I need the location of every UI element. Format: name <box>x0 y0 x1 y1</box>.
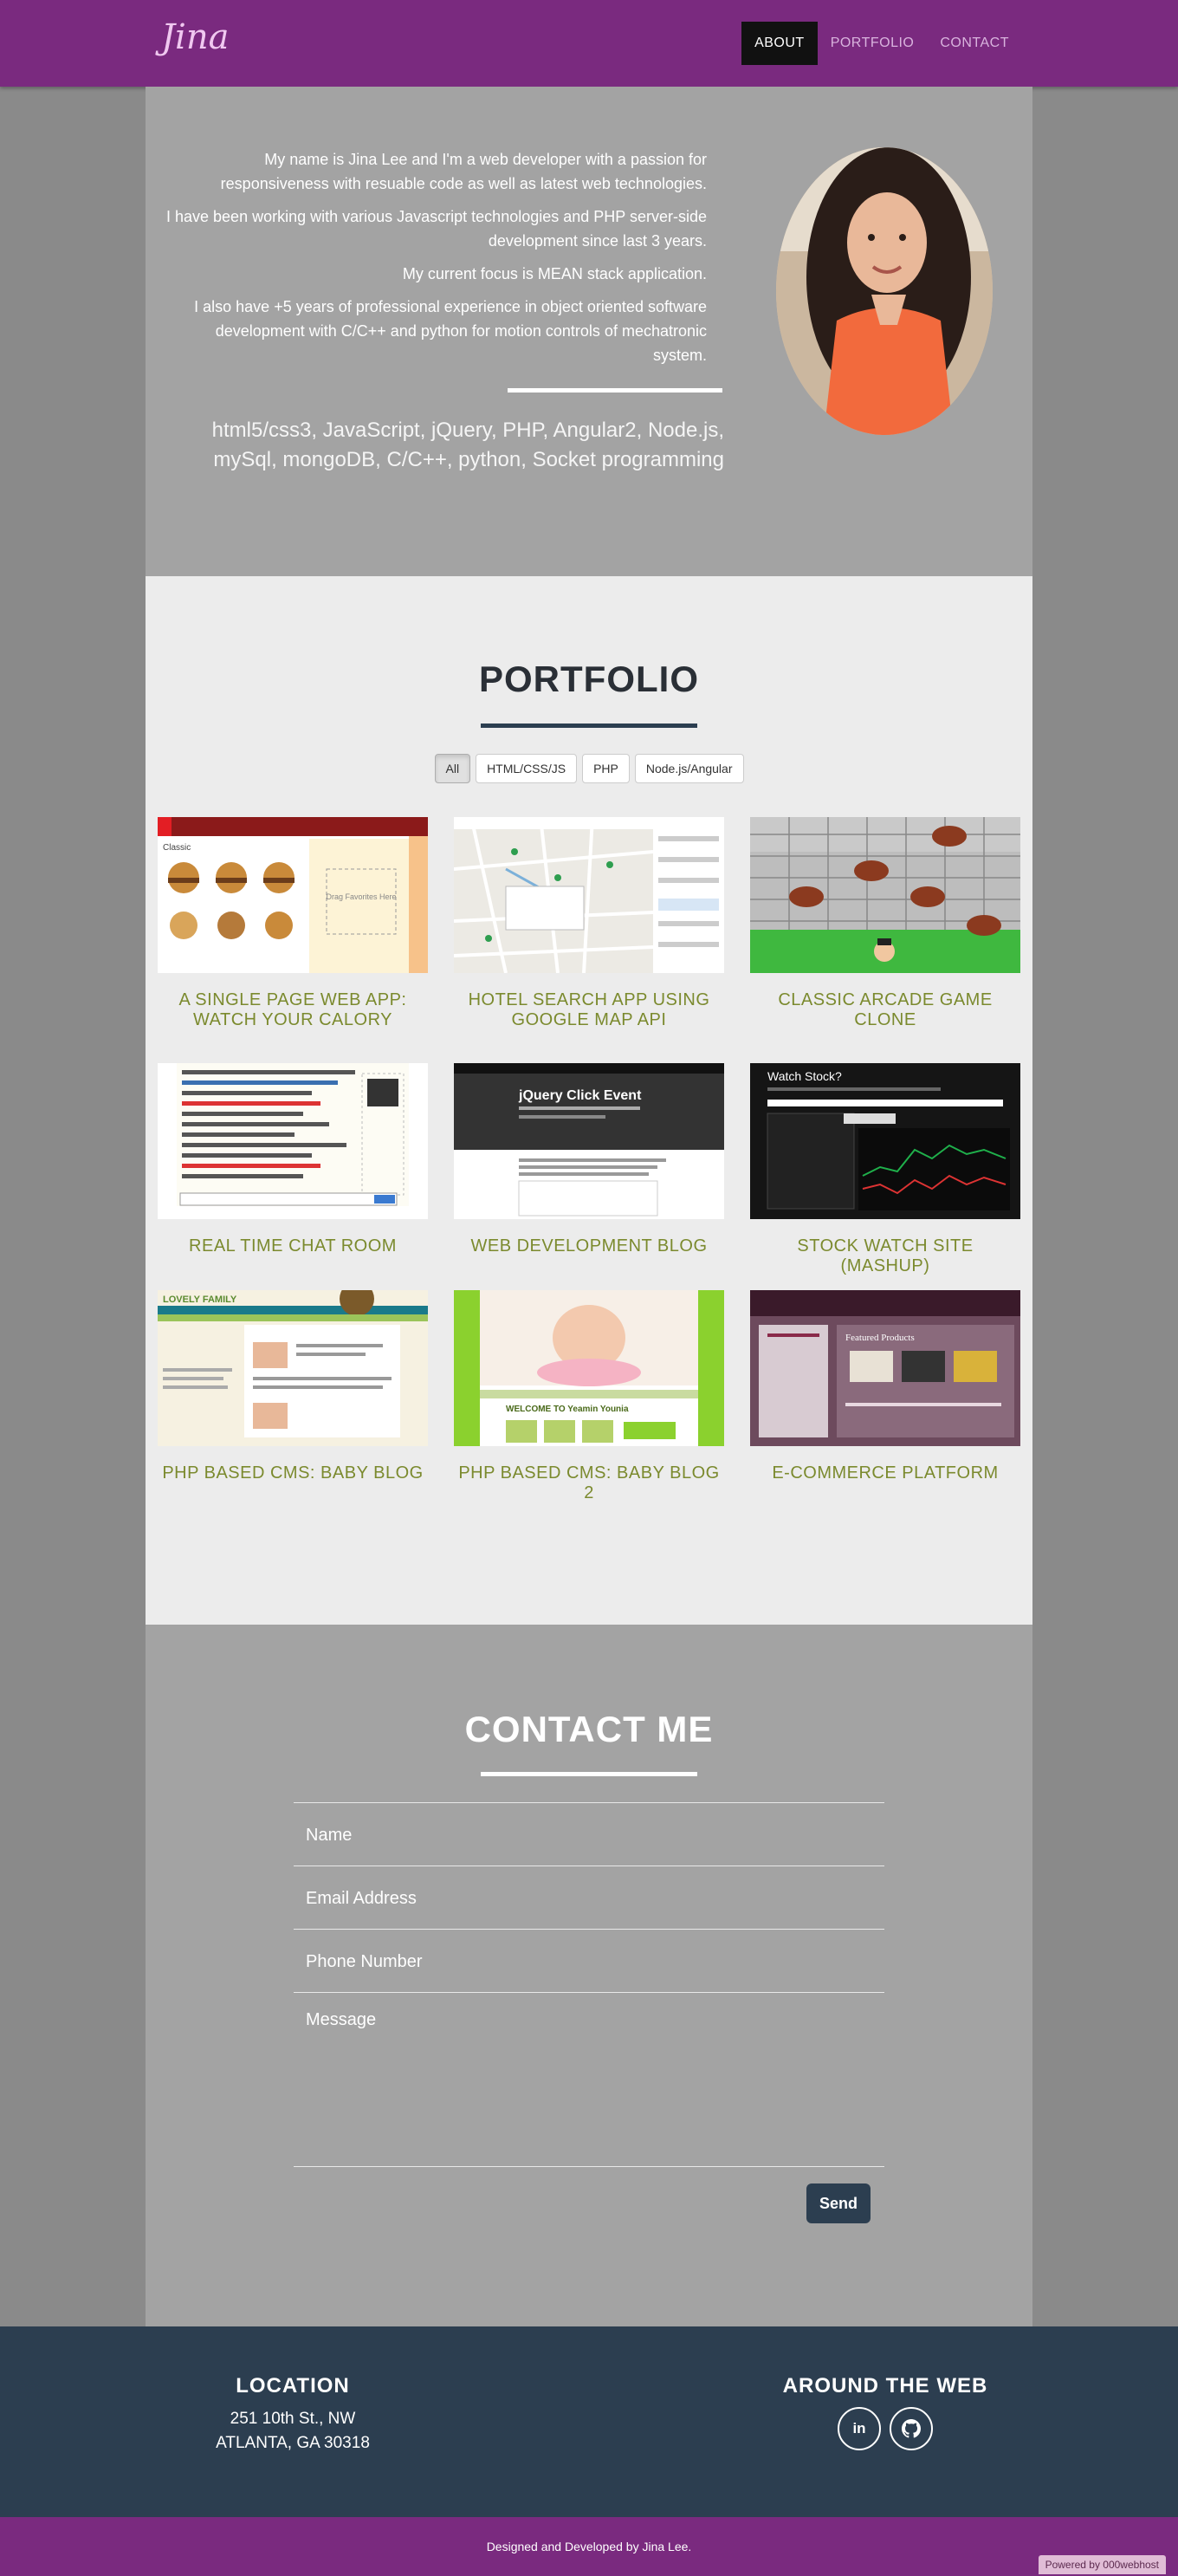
footer-social: AROUND THE WEB in <box>712 2374 1058 2450</box>
send-button[interactable]: Send <box>806 2183 871 2223</box>
portfolio-thumbnail[interactable]: Classic Drag Favorites Here <box>158 817 428 973</box>
about-paragraph: My current focus is MEAN stack applicati… <box>402 265 707 282</box>
portfolio-filters: All HTML/CSS/JS PHP Node.js/Angular <box>146 754 1032 783</box>
portfolio-thumbnail[interactable]: LOVELY FAMILY <box>158 1290 428 1446</box>
social-links: in <box>712 2407 1058 2450</box>
about-divider <box>508 388 722 393</box>
portfolio-thumbnail[interactable]: jQuery Click Event <box>454 1063 724 1219</box>
nav-links: ABOUT PORTFOLIO CONTACT <box>741 22 1022 65</box>
nav-about[interactable]: ABOUT <box>741 22 818 65</box>
linkedin-icon[interactable]: in <box>838 2407 881 2450</box>
portfolio-thumbnail[interactable]: WELCOME TO Yeamin Younia <box>454 1290 724 1446</box>
portfolio-item-title[interactable]: STOCK WATCH SITE (MASHUP) <box>750 1236 1020 1276</box>
github-icon[interactable] <box>890 2407 933 2450</box>
message-field[interactable]: Message <box>294 1992 884 2167</box>
contact-form: Name Email Address Phone Number Message <box>294 1802 884 2167</box>
portfolio-thumbnail[interactable] <box>750 817 1020 973</box>
portfolio-item[interactable]: CLASSIC ARCADE GAME CLONE <box>750 817 1020 1030</box>
nav-portfolio[interactable]: PORTFOLIO <box>818 22 928 65</box>
contact-section: CONTACT ME Name Email Address Phone Numb… <box>146 1625 1032 2326</box>
portfolio-item[interactable]: Featured Products E-COMMERCE PLATFORM <box>750 1290 1020 1483</box>
thumb-text: LOVELY FAMILY <box>163 1294 237 1305</box>
portfolio-item-title[interactable]: CLASSIC ARCADE GAME CLONE <box>750 990 1020 1030</box>
thumb-text: Watch Stock? <box>767 1069 842 1083</box>
nav-contact[interactable]: CONTACT <box>927 22 1022 65</box>
credit-bar: Designed and Developed by Jina Lee. <box>0 2517 1178 2576</box>
thumb-text: jQuery Click Event <box>518 1088 642 1103</box>
portfolio-item-title[interactable]: PHP BASED CMS: BABY BLOG 2 <box>454 1463 724 1503</box>
profile-photo <box>776 147 993 435</box>
thumb-text: Classic <box>163 843 191 853</box>
contact-divider <box>481 1772 697 1776</box>
portfolio-divider <box>481 723 697 728</box>
phone-field[interactable]: Phone Number <box>294 1929 884 1992</box>
filter-php[interactable]: PHP <box>582 754 630 783</box>
around-web-title: AROUND THE WEB <box>782 2374 988 2398</box>
portfolio-item[interactable]: HOTEL SEARCH APP USING GOOGLE MAP API <box>454 817 724 1030</box>
filter-node[interactable]: Node.js/Angular <box>634 754 744 783</box>
navbar: Jina ABOUT PORTFOLIO CONTACT <box>0 0 1178 87</box>
thumb-text: Featured Products <box>845 1333 915 1343</box>
portfolio-item-title[interactable]: A SINGLE PAGE WEB APP: WATCH YOUR CALORY <box>158 990 428 1030</box>
portfolio-thumbnail[interactable] <box>454 817 724 973</box>
portfolio-item[interactable]: Classic Drag Favorites Here A SINGLE PAG… <box>158 817 428 1030</box>
portfolio-item[interactable]: WELCOME TO Yeamin Younia PHP BASED CMS: … <box>454 1290 724 1503</box>
portfolio-item-title[interactable]: WEB DEVELOPMENT BLOG <box>454 1236 724 1256</box>
email-field[interactable]: Email Address <box>294 1865 884 1929</box>
brand-logo[interactable]: Jina <box>161 17 229 57</box>
filter-html[interactable]: HTML/CSS/JS <box>476 754 578 783</box>
portfolio-item-title[interactable]: E-COMMERCE PLATFORM <box>750 1463 1020 1483</box>
address-line: ATLANTA, GA 30318 <box>216 2434 370 2452</box>
filter-all[interactable]: All <box>434 754 471 783</box>
portfolio-title: PORTFOLIO <box>479 659 699 699</box>
thumb-text: Drag Favorites Here <box>326 892 396 901</box>
name-field[interactable]: Name <box>294 1802 884 1865</box>
address-line: 251 10th St., NW <box>230 2410 356 2428</box>
portfolio-item-title[interactable]: REAL TIME CHAT ROOM <box>158 1236 428 1256</box>
portfolio-thumbnail[interactable]: Featured Products <box>750 1290 1020 1446</box>
contact-title: CONTACT ME <box>464 1709 714 1749</box>
portfolio-item[interactable]: Watch Stock? STOCK WATCH SITE (MASHUP) <box>750 1063 1020 1276</box>
portfolio-item-title[interactable]: PHP BASED CMS: BABY BLOG <box>158 1463 428 1483</box>
portfolio-section: PORTFOLIO All HTML/CSS/JS PHP Node.js/An… <box>146 576 1032 1625</box>
location-title: LOCATION <box>236 2374 350 2398</box>
about-paragraph: I also have +5 years of professional exp… <box>194 298 707 364</box>
portfolio-item-title[interactable]: HOTEL SEARCH APP USING GOOGLE MAP API <box>454 990 724 1030</box>
about-section: My name is Jina Lee and I'm a web develo… <box>146 87 1032 576</box>
thumb-text: WELCOME TO Yeamin Younia <box>506 1405 629 1414</box>
portfolio-item[interactable]: LOVELY FAMILY PHP BASED CMS: BABY BLOG <box>158 1290 428 1483</box>
footer: LOCATION 251 10th St., NW ATLANTA, GA 30… <box>0 2326 1178 2517</box>
portfolio-thumbnail[interactable] <box>158 1063 428 1219</box>
skills-list: html5/css3, JavaScript, jQuery, PHP, Ang… <box>211 419 724 471</box>
portfolio-item[interactable]: REAL TIME CHAT ROOM <box>158 1063 428 1256</box>
webhost-badge[interactable]: Powered by 000webhost <box>1038 2555 1166 2574</box>
footer-location: LOCATION 251 10th St., NW ATLANTA, GA 30… <box>120 2374 466 2456</box>
about-paragraph: My name is Jina Lee and I'm a web develo… <box>220 151 707 192</box>
about-text: My name is Jina Lee and I'm a web develo… <box>163 147 707 376</box>
portfolio-item[interactable]: jQuery Click Event WEB DEVELOPMENT BLOG <box>454 1063 724 1256</box>
portfolio-thumbnail[interactable]: Watch Stock? <box>750 1063 1020 1219</box>
about-paragraph: I have been working with various Javascr… <box>166 208 707 250</box>
